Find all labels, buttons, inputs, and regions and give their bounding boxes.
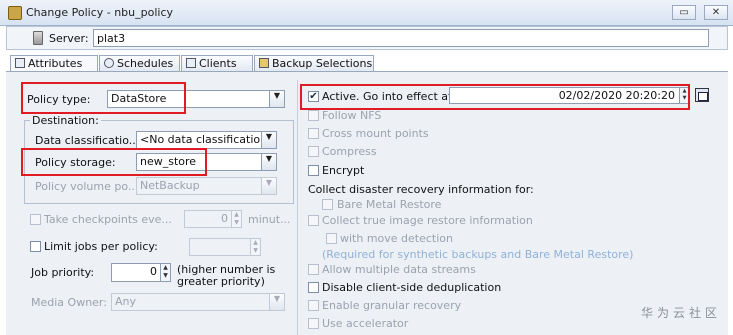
follow-nfs-checkbox[interactable] <box>308 110 319 121</box>
cross-mount-checkbox[interactable] <box>308 128 319 139</box>
accelerator-checkbox[interactable] <box>308 318 319 329</box>
media-owner-label: Media Owner: <box>31 296 107 309</box>
folder-icon <box>259 58 269 68</box>
data-classification-value: <No data classificatio... <box>140 133 271 146</box>
take-checkpoints-label: Take checkpoints eve... <box>44 213 172 226</box>
watermark: 华为云社区 <box>640 306 721 320</box>
tab-schedules[interactable]: Schedules <box>99 55 180 71</box>
tab-label: Schedules <box>117 57 174 70</box>
take-checkpoints-checkbox[interactable] <box>30 214 41 225</box>
data-classification-label: Data classificatio... <box>35 134 140 147</box>
true-image-checkbox[interactable] <box>308 215 319 226</box>
spinner-arrows-icon: ▲ ▼ <box>160 264 170 281</box>
data-classification-dropdown[interactable]: <No data classificatio... ▼ <box>136 131 277 149</box>
checkpoint-value: 0 <box>221 212 228 225</box>
collect-disaster-heading: Collect disaster recovery information fo… <box>308 183 534 196</box>
policy-type-dropdown[interactable]: DataStore ▼ <box>107 90 285 108</box>
policy-type-label: Policy type: <box>27 93 91 106</box>
checkpoint-unit: minut... <box>248 213 291 226</box>
follow-nfs-label: Follow NFS <box>322 109 382 122</box>
limit-jobs-checkbox[interactable] <box>30 241 41 252</box>
policy-storage-dropdown[interactable]: new_store ▼ <box>136 153 277 171</box>
policy-volume-pool-label: Policy volume po... <box>35 180 139 193</box>
accelerator-label: Use accelerator <box>322 317 409 330</box>
server-icon <box>33 31 43 45</box>
effective-date-value: 02/02/2020 20:20:20 <box>558 89 675 102</box>
chevron-down-icon: ▼ <box>261 154 276 170</box>
effective-date-input[interactable]: 02/02/2020 20:20:20 ▲ ▼ <box>449 87 690 104</box>
active-label: Active. Go into effect at: <box>322 90 457 103</box>
media-owner-dropdown[interactable]: Any ▼ <box>111 293 285 311</box>
attributes-icon <box>15 58 25 68</box>
bare-metal-label: Bare Metal Restore <box>337 198 442 211</box>
tab-label: Backup Selections <box>272 57 373 70</box>
spinner-arrows-icon: ▲ ▼ <box>231 211 241 227</box>
allow-multiple-label: Allow multiple data streams <box>322 263 476 276</box>
job-priority-hint: (higher number is greater priority) <box>177 263 276 288</box>
compress-checkbox[interactable] <box>308 146 319 157</box>
bare-metal-checkbox[interactable] <box>322 199 333 210</box>
app-icon <box>8 6 22 20</box>
limit-jobs-label: Limit jobs per policy: <box>44 240 158 253</box>
minimize-button[interactable]: ▭ <box>672 5 696 20</box>
calendar-icon[interactable] <box>695 88 709 102</box>
spinner-arrows-icon: ▲ ▼ <box>250 239 260 255</box>
policy-storage-label: Policy storage: <box>35 156 116 169</box>
chevron-down-icon: ▼ <box>269 294 284 310</box>
active-checkbox[interactable]: ✔ <box>308 91 319 102</box>
window-title: Change Policy - nbu_policy <box>26 6 174 19</box>
policy-volume-pool-dropdown[interactable]: NetBackup ▼ <box>136 177 277 195</box>
server-label: Server: <box>49 32 89 45</box>
policy-storage-value: new_store <box>140 155 197 168</box>
column-divider <box>297 80 298 335</box>
granular-checkbox[interactable] <box>308 300 319 311</box>
encrypt-label: Encrypt <box>322 164 365 177</box>
close-button[interactable]: ✕ <box>704 5 728 20</box>
tab-label: Attributes <box>28 57 83 70</box>
checkpoint-minutes-spinner[interactable]: 0 ▲ ▼ <box>184 210 242 228</box>
tab-label: Clients <box>199 57 237 70</box>
tab-backup-selections[interactable]: Backup Selections <box>254 55 374 71</box>
disable-dedup-label: Disable client-side deduplication <box>322 281 502 294</box>
true-image-label: Collect true image restore information <box>322 214 533 227</box>
encrypt-checkbox[interactable] <box>308 165 319 176</box>
allow-multiple-checkbox[interactable] <box>308 264 319 275</box>
destination-title: Destination: <box>30 114 101 127</box>
policy-type-value: DataStore <box>111 92 167 105</box>
limit-jobs-spinner[interactable]: ▲ ▼ <box>189 238 261 256</box>
title-bar: Change Policy - nbu_policy ▭ ✕ <box>0 0 733 26</box>
clock-icon <box>104 58 114 68</box>
chevron-down-icon: ▼ <box>269 91 284 107</box>
server-panel: Server: plat3 <box>6 26 728 50</box>
cross-mount-label: Cross mount points <box>322 127 429 140</box>
policy-volume-pool-value: NetBackup <box>140 179 200 192</box>
tab-attributes[interactable]: Attributes <box>10 55 98 72</box>
move-detection-label: with move detection <box>340 232 454 245</box>
job-priority-label: Job priority: <box>31 266 95 279</box>
chevron-down-icon: ▼ <box>261 132 276 148</box>
computer-icon <box>186 58 196 68</box>
media-owner-value: Any <box>115 295 137 308</box>
disable-dedup-checkbox[interactable] <box>308 282 319 293</box>
job-priority-spinner[interactable]: 0 ▲ ▼ <box>111 263 171 282</box>
compress-label: Compress <box>322 145 377 158</box>
job-priority-value: 0 <box>150 265 157 278</box>
move-detection-checkbox[interactable] <box>326 233 337 244</box>
required-note: (Required for synthetic backups and Bare… <box>322 248 634 261</box>
tab-clients[interactable]: Clients <box>181 55 253 71</box>
spinner-arrows-icon: ▲ ▼ <box>679 88 689 103</box>
server-field[interactable]: plat3 <box>93 29 709 47</box>
chevron-down-icon: ▼ <box>261 178 276 194</box>
granular-label: Enable granular recovery <box>322 299 462 312</box>
